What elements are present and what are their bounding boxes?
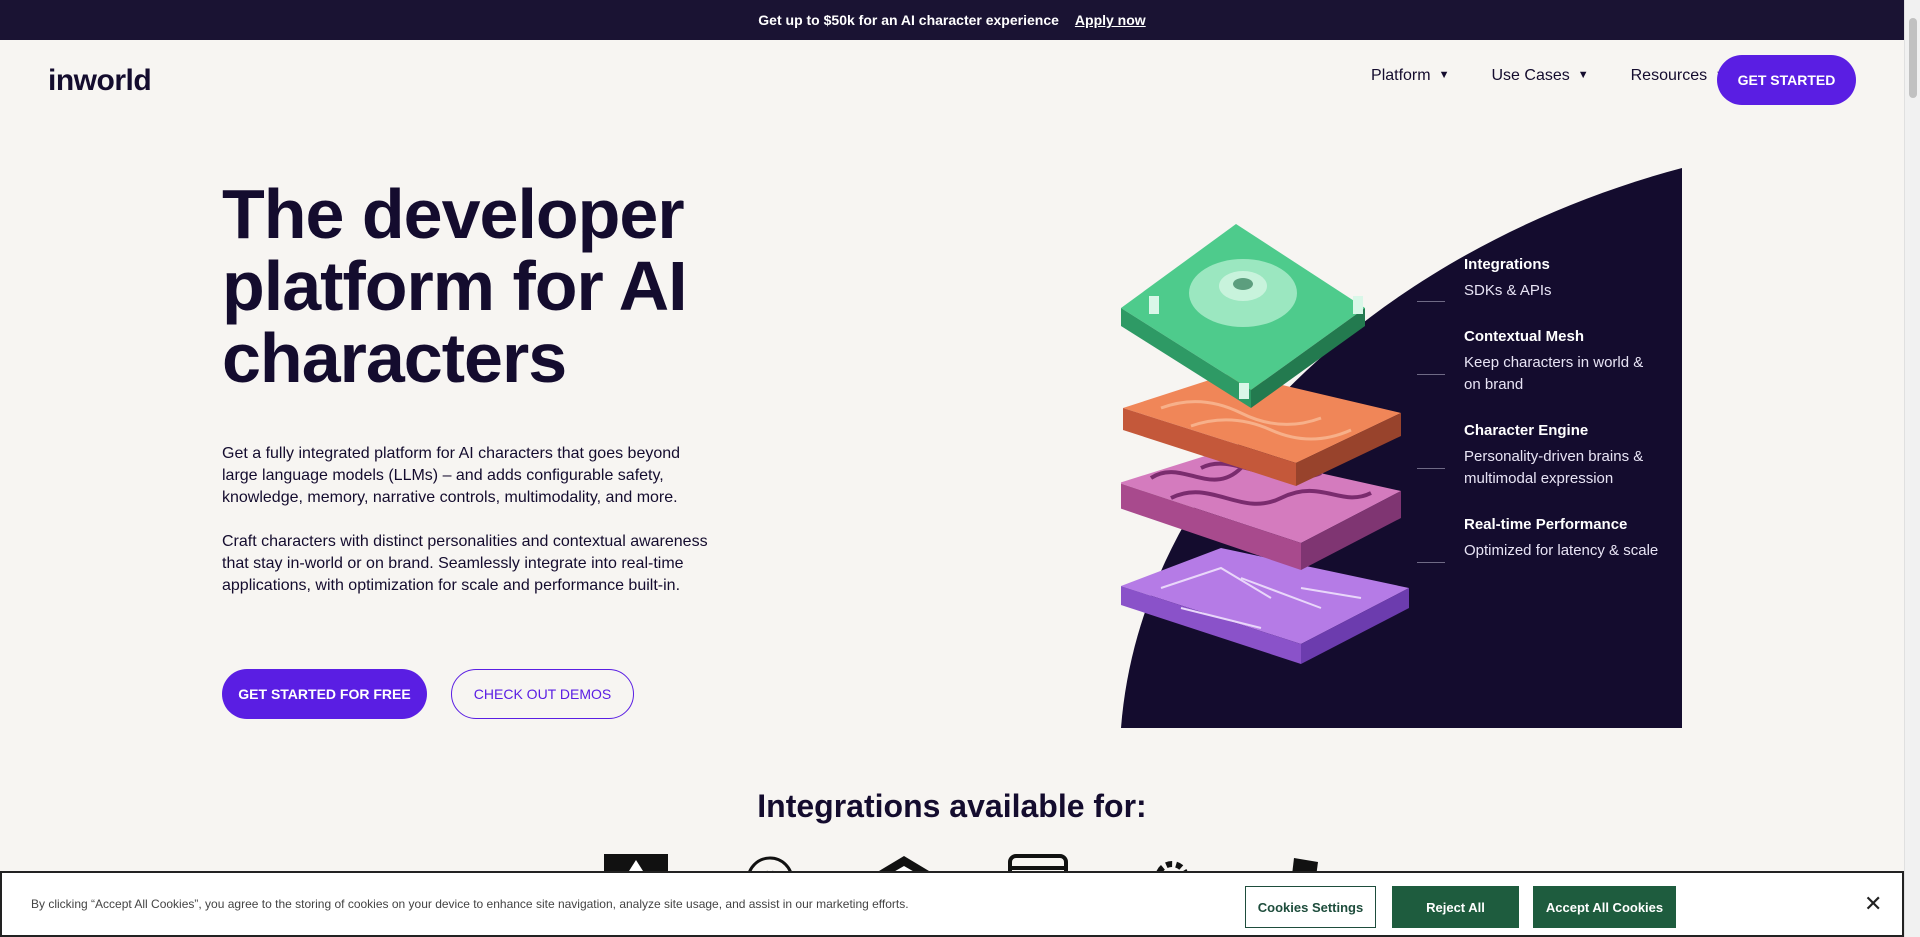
announcement-bar: Get up to $50k for an AI character exper… — [0, 0, 1904, 40]
get-started-free-button[interactable]: GET STARTED FOR FREE — [222, 669, 427, 719]
hero-description: Get a fully integrated platform for AI c… — [222, 445, 681, 506]
check-out-demos-button[interactable]: CHECK OUT DEMOS — [451, 669, 634, 719]
cookies-settings-button[interactable]: Cookies Settings — [1245, 886, 1376, 928]
pillar-front — [1239, 383, 1249, 399]
pillar-left — [1149, 296, 1159, 314]
announcement-text: Get up to $50k for an AI character exper… — [758, 12, 1059, 28]
chevron-down-icon: ▼ — [1438, 69, 1450, 81]
nav-item-label: Platform — [1371, 67, 1431, 84]
feature-title: Contextual Mesh — [1464, 328, 1585, 345]
scrollbar-thumb[interactable] — [1909, 18, 1917, 98]
feature-dash — [1417, 468, 1445, 469]
feature-desc: Optimized for latency & scale — [1464, 542, 1659, 559]
pillar-right — [1353, 296, 1363, 314]
nav-item-label: Use Cases — [1491, 67, 1570, 84]
scrollbar[interactable] — [1904, 0, 1920, 937]
feature-dash — [1417, 562, 1445, 563]
hero-actions: GET STARTED FOR FREE CHECK OUT DEMOS — [222, 669, 634, 719]
feature-title: Integrations — [1464, 256, 1550, 273]
gear-hole — [1233, 278, 1253, 290]
get-started-button[interactable]: GET STARTED — [1717, 55, 1856, 105]
nav-item-use-cases[interactable]: Use Cases ▼ — [1491, 67, 1588, 85]
inworld-logo[interactable]: inworld — [48, 64, 152, 98]
close-icon[interactable]: ✕ — [1864, 891, 1882, 917]
apply-now-link[interactable]: Apply now — [1075, 12, 1146, 28]
platform-layers-illustration: Integrations SDKs & APIs Contextual Mesh… — [1121, 168, 1682, 728]
feature-desc: SDKs & APIs — [1464, 282, 1552, 299]
feature-title: Character Engine — [1464, 422, 1589, 439]
feature-title: Real-time Performance — [1464, 516, 1628, 533]
hero-title: The developer platform for AI characters — [222, 175, 688, 397]
feature-dash — [1417, 301, 1445, 302]
nav-item-resources[interactable]: Resources ▼ — [1631, 67, 1726, 85]
cookie-text: By clicking “Accept All Cookies”, you ag… — [31, 897, 909, 911]
hero-description-secondary: Craft characters with distinct personali… — [222, 533, 708, 594]
feature-desc: Personality-driven brains & multimodal e… — [1464, 448, 1644, 487]
accept-all-cookies-button[interactable]: Accept All Cookies — [1533, 886, 1676, 928]
nav-menu: Platform ▼ Use Cases ▼ Resources ▼ — [1371, 67, 1726, 85]
cookie-banner: By clicking “Accept All Cookies”, you ag… — [0, 871, 1904, 937]
reject-all-button[interactable]: Reject All — [1392, 886, 1519, 928]
main-nav: inworld Platform ▼ Use Cases ▼ Resources… — [0, 40, 1904, 120]
nav-item-platform[interactable]: Platform ▼ — [1371, 67, 1449, 85]
chevron-down-icon: ▼ — [1577, 69, 1589, 81]
feature-desc: Keep characters in world & on brand — [1464, 354, 1644, 393]
nav-item-label: Resources — [1630, 67, 1708, 84]
feature-dash — [1417, 374, 1445, 375]
integrations-title: Integrations available for: — [757, 788, 1147, 824]
